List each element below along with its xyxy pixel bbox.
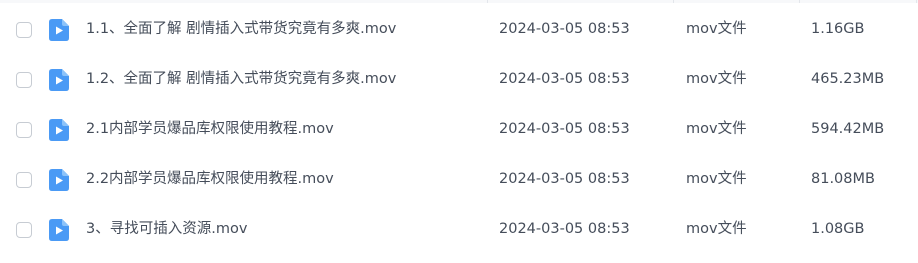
video-file-icon [49,169,69,191]
file-row[interactable]: 2.1内部学员爆品库权限使用教程.mov 2024-03-05 08:53 mo… [0,104,918,154]
file-modified-date: 2024-03-05 08:53 [499,21,630,37]
file-size: 81.08MB [811,171,875,187]
file-name[interactable]: 1.1、全面了解 剧情插入式带货究竟有多爽.mov [86,4,396,54]
file-row[interactable]: 1.2、全面了解 剧情插入式带货究竟有多爽.mov 2024-03-05 08:… [0,54,918,104]
row-checkbox[interactable] [16,22,32,38]
file-row[interactable]: 2.2内部学员爆品库权限使用教程.mov 2024-03-05 08:53 mo… [0,154,918,204]
header-divider [0,0,918,3]
file-size: 1.16GB [811,21,865,37]
video-file-icon [49,219,69,241]
file-name[interactable]: 2.2内部学员爆品库权限使用教程.mov [86,154,334,204]
file-name[interactable]: 2.1内部学员爆品库权限使用教程.mov [86,104,334,154]
video-file-icon [49,19,69,41]
file-type: mov文件 [686,121,747,137]
file-modified-date: 2024-03-05 08:53 [499,171,630,187]
file-modified-date: 2024-03-05 08:53 [499,221,630,237]
column-divider [487,0,488,3]
file-row[interactable]: 1.1、全面了解 剧情插入式带货究竟有多爽.mov 2024-03-05 08:… [0,4,918,54]
file-type: mov文件 [686,221,747,237]
file-name[interactable]: 3、寻找可插入资源.mov [86,204,247,254]
file-size: 465.23MB [811,71,885,87]
video-file-icon [49,69,69,91]
file-list: 1.1、全面了解 剧情插入式带货究竟有多爽.mov 2024-03-05 08:… [0,0,918,263]
column-divider [799,0,800,3]
file-size: 1.08GB [811,221,865,237]
file-modified-date: 2024-03-05 08:53 [499,71,630,87]
file-type: mov文件 [686,71,747,87]
file-size: 594.42MB [811,121,885,137]
column-divider [916,0,917,3]
file-type: mov文件 [686,171,747,187]
file-modified-date: 2024-03-05 08:53 [499,121,630,137]
row-checkbox[interactable] [16,122,32,138]
file-row[interactable]: 3、寻找可插入资源.mov 2024-03-05 08:53 mov文件 1.0… [0,204,918,254]
row-checkbox[interactable] [16,222,32,238]
file-type: mov文件 [686,21,747,37]
row-checkbox[interactable] [16,72,32,88]
column-divider [673,0,674,3]
row-checkbox[interactable] [16,172,32,188]
file-name[interactable]: 1.2、全面了解 剧情插入式带货究竟有多爽.mov [86,54,396,104]
video-file-icon [49,119,69,141]
